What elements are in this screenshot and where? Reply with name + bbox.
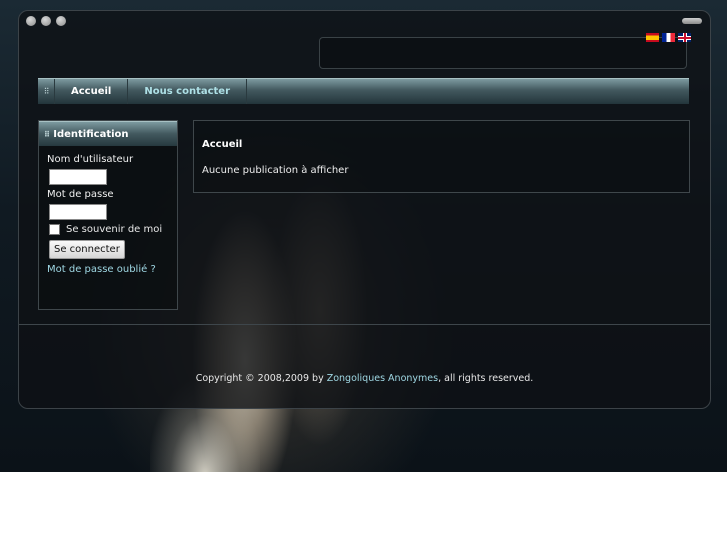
- flag-gb-icon[interactable]: [678, 33, 691, 42]
- main-content: Accueil Aucune publication à afficher: [193, 120, 690, 193]
- grip-icon: ⠿: [44, 129, 50, 139]
- grip-icon: ⠿: [38, 79, 55, 104]
- header-banner-box: [319, 37, 687, 69]
- remember-me-checkbox[interactable]: [49, 224, 60, 235]
- window-dot-icon[interactable]: [41, 16, 51, 26]
- window-frame: ⠿ Accueil Nous contacter ⠿ Identificatio…: [18, 10, 711, 409]
- username-label: Nom d'utilisateur: [47, 154, 134, 165]
- password-label: Mot de passe: [47, 189, 114, 200]
- username-input[interactable]: [49, 169, 107, 185]
- login-panel-title: Identification: [53, 128, 129, 140]
- nav-item-contact[interactable]: Nous contacter: [128, 79, 248, 104]
- window-dot-icon[interactable]: [26, 16, 36, 26]
- copyright-prefix: Copyright © 2008,2009 by: [195, 373, 327, 384]
- login-panel: ⠿ Identification Nom d'utilisateur Mot d…: [38, 120, 178, 310]
- minimize-icon[interactable]: [682, 18, 702, 24]
- window-controls: [26, 16, 66, 26]
- nav-item-accueil[interactable]: Accueil: [55, 79, 129, 104]
- login-button[interactable]: Se connecter: [49, 240, 125, 259]
- page-title: Accueil: [202, 139, 243, 150]
- empty-message: Aucune publication à afficher: [202, 165, 349, 176]
- footer-divider: [19, 324, 710, 325]
- copyright-suffix: , all rights reserved.: [438, 373, 534, 384]
- flag-es-icon[interactable]: [646, 33, 659, 42]
- main-nav: ⠿ Accueil Nous contacter: [38, 78, 689, 104]
- password-input[interactable]: [49, 204, 107, 220]
- footer: Copyright © 2008,2009 by Zongoliques Ano…: [19, 373, 710, 384]
- flag-fr-icon[interactable]: [662, 33, 675, 42]
- forgot-password-link[interactable]: Mot de passe oublié ?: [47, 264, 177, 275]
- window-dot-icon[interactable]: [56, 16, 66, 26]
- remember-me-label: Se souvenir de moi: [66, 224, 163, 235]
- login-panel-header: ⠿ Identification: [39, 121, 177, 146]
- owner-link[interactable]: Zongoliques Anonymes: [327, 373, 438, 384]
- language-selector: [646, 33, 691, 42]
